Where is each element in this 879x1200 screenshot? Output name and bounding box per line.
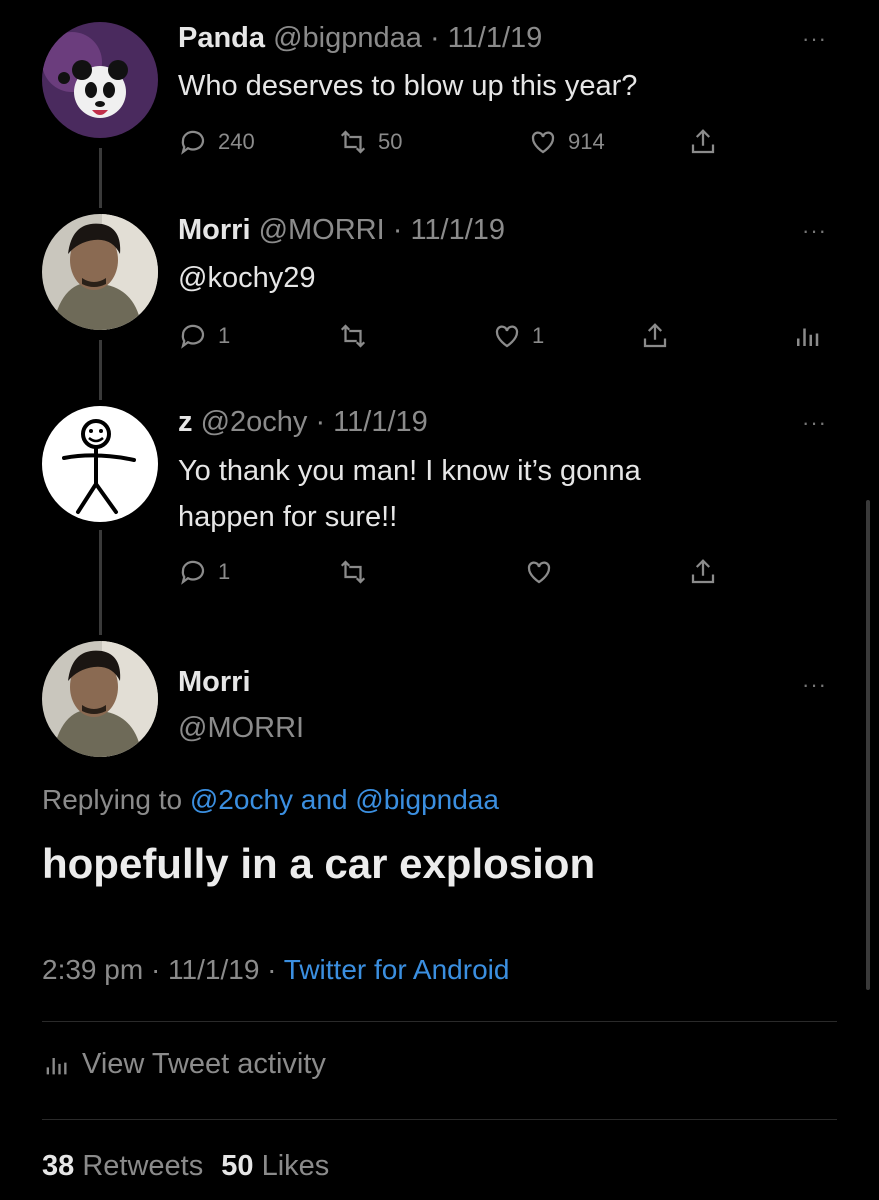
heart-icon <box>495 325 519 348</box>
share-icon <box>691 129 715 154</box>
thread-line <box>99 148 102 208</box>
reply-icon <box>181 130 205 155</box>
retweet-button[interactable] <box>338 321 368 351</box>
tweet-text-line: Yo thank you man! I know it’s gonna <box>178 455 641 487</box>
mention-link[interactable]: @bigpndaa <box>355 784 499 815</box>
tweet-text: @kochy29 <box>178 262 316 294</box>
replying-to: Replying to @2ochy and @bigpndaa <box>42 784 499 816</box>
replying-and: and <box>300 784 348 815</box>
display-name[interactable]: Morri <box>178 666 251 699</box>
tweet-text-line: happen for sure!! <box>178 501 398 533</box>
display-name[interactable]: Panda <box>178 22 265 54</box>
tweet-timestamp: 2:39 pm · 11/1/19 · Twitter for Android <box>42 954 509 986</box>
heart-icon <box>527 561 551 584</box>
avatar[interactable] <box>42 214 158 330</box>
handle[interactable]: @MORRI <box>259 214 385 246</box>
display-name[interactable]: Morri <box>178 214 251 246</box>
retweet-count: 50 <box>378 129 403 154</box>
source-link[interactable]: Twitter for Android <box>284 954 510 985</box>
likes-stat[interactable]: 50 Likes <box>221 1150 329 1182</box>
like-button[interactable] <box>524 557 554 587</box>
more-options-icon[interactable]: ··· <box>802 672 827 698</box>
reply-button[interactable]: 240 <box>178 127 255 157</box>
tweet-meta: z @2ochy · 11/1/19 <box>178 406 428 439</box>
likes-count: 50 <box>221 1150 254 1182</box>
timestamp[interactable]: · 11/1/19 <box>315 406 427 438</box>
mention-link[interactable]: @2ochy <box>190 784 293 815</box>
analytics-icon <box>797 328 819 346</box>
display-name[interactable]: z <box>178 406 193 438</box>
thread-line <box>99 530 102 635</box>
engagement-stats: 38 Retweets 50 Likes <box>42 1150 329 1183</box>
tweet-text: Yo thank you man! I know it’s gonna happ… <box>178 451 641 537</box>
timestamp[interactable]: · 11/1/19 <box>393 214 505 246</box>
handle[interactable]: @MORRI <box>178 712 304 745</box>
share-button[interactable] <box>640 321 670 351</box>
share-button[interactable] <box>688 127 718 157</box>
reply-icon <box>181 324 205 349</box>
retweet-icon <box>340 130 366 154</box>
tweet-meta: Panda @bigpndaa · 11/1/19 <box>178 22 542 55</box>
reply-button[interactable]: 1 <box>178 321 230 351</box>
reply-count: 240 <box>218 129 255 154</box>
like-count: 914 <box>568 129 605 154</box>
retweets-count: 38 <box>42 1150 75 1182</box>
avatar[interactable] <box>42 641 158 757</box>
retweet-icon <box>340 560 366 584</box>
time-and-date: 2:39 pm · 11/1/19 · <box>42 954 277 985</box>
tweet-text: Who deserves to blow up this year? <box>178 70 638 102</box>
analytics-icon <box>46 1057 67 1074</box>
view-tweet-activity-button[interactable]: View Tweet activity <box>42 1048 326 1081</box>
retweet-button[interactable]: 50 <box>338 127 402 157</box>
more-options-icon[interactable]: ··· <box>802 218 827 244</box>
avatar[interactable] <box>42 406 158 522</box>
likes-label: Likes <box>261 1150 330 1182</box>
reply-button[interactable]: 1 <box>178 557 230 587</box>
tweet-activity-button[interactable] <box>792 321 822 351</box>
retweets-label: Retweets <box>82 1150 204 1182</box>
like-button[interactable]: 1 <box>492 321 544 351</box>
avatar[interactable] <box>42 22 158 138</box>
share-button[interactable] <box>688 557 718 587</box>
reply-count: 1 <box>218 559 231 584</box>
retweet-icon <box>340 324 366 348</box>
handle[interactable]: @bigpndaa <box>273 22 422 54</box>
heart-icon <box>531 131 555 154</box>
tweet-meta: Morri @MORRI · 11/1/19 <box>178 214 505 247</box>
divider <box>42 1119 837 1120</box>
more-options-icon[interactable]: ··· <box>802 26 827 52</box>
timestamp[interactable]: · 11/1/19 <box>430 22 542 54</box>
like-count: 1 <box>532 323 545 348</box>
reply-count: 1 <box>218 323 231 348</box>
retweets-stat[interactable]: 38 Retweets <box>42 1150 211 1182</box>
view-tweet-activity-label: View Tweet activity <box>82 1048 326 1080</box>
handle[interactable]: @2ochy <box>201 406 308 438</box>
thread-line <box>99 340 102 400</box>
share-icon <box>643 323 667 348</box>
more-options-icon[interactable]: ··· <box>802 410 827 436</box>
like-button[interactable]: 914 <box>528 127 605 157</box>
scrollbar[interactable] <box>866 500 870 990</box>
retweet-button[interactable] <box>338 557 368 587</box>
share-icon <box>691 559 715 584</box>
replying-prefix: Replying to <box>42 784 183 815</box>
reply-icon <box>181 560 205 585</box>
main-tweet-text: hopefully in a car explosion <box>42 840 596 887</box>
divider <box>42 1021 837 1022</box>
